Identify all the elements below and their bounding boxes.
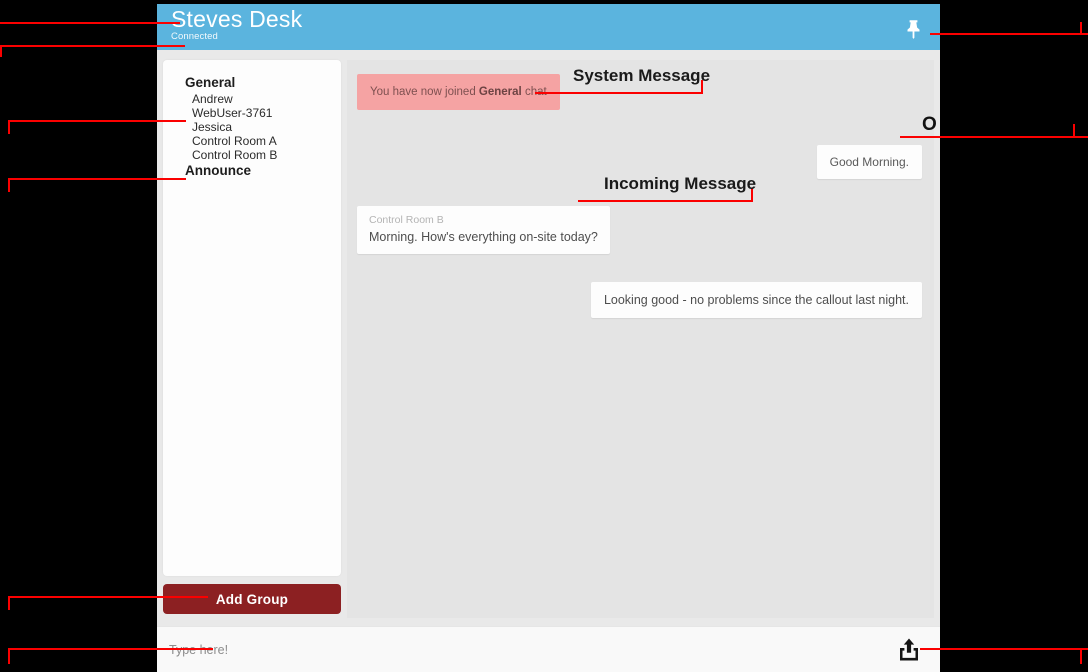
annotation-corner-input [8, 648, 10, 664]
annotation-line-title [0, 22, 180, 24]
annotation-corner-member [8, 120, 10, 134]
annotation-corner-outgoing [1073, 124, 1075, 138]
message-input[interactable] [169, 642, 892, 657]
outgoing-message-bubble[interactable]: Looking good - no problems since the cal… [590, 282, 922, 318]
message-text: Good Morning. [829, 155, 909, 169]
chat-application-window: Steves Desk Connected General Andrew Web… [157, 4, 940, 672]
header-text-group: Steves Desk Connected [171, 6, 302, 42]
app-body: General Andrew WebUser-3761 Jessica Cont… [157, 50, 940, 618]
list-item[interactable]: Control Room B [163, 148, 341, 162]
annotation-corner-pin [1080, 22, 1082, 35]
message-row-system: You have now joined General chat [357, 74, 922, 110]
annotation-line-pin [930, 33, 1088, 35]
group-list: General Andrew WebUser-3761 Jessica Cont… [163, 60, 341, 576]
group-item-general[interactable]: General Andrew WebUser-3761 Jessica Cont… [163, 74, 341, 162]
message-sender: Control Room B [369, 214, 444, 226]
annotation-line-send [920, 648, 1088, 650]
list-item[interactable]: Jessica [163, 120, 341, 134]
message-composer [157, 626, 940, 672]
list-item[interactable]: WebUser-3761 [163, 106, 341, 120]
app-title: Steves Desk [171, 6, 303, 32]
message-row-outgoing: Looking good - no problems since the cal… [357, 282, 922, 318]
app-header: Steves Desk Connected [157, 4, 940, 50]
connection-status: Connected [171, 31, 218, 42]
system-text-group: General [478, 86, 522, 98]
share-upload-icon[interactable] [892, 633, 926, 667]
message-text: Morning. How's everything on-site today? [369, 230, 598, 244]
annotation-corner-send [1080, 648, 1082, 664]
group-name-label[interactable]: General [163, 74, 341, 92]
annotation-corner-group [8, 178, 10, 192]
message-row-outgoing: Good Morning. [357, 145, 922, 179]
system-message-bubble: You have now joined General chat [357, 74, 560, 110]
incoming-message-bubble[interactable]: Control Room B Morning. How's everything… [357, 206, 610, 254]
system-text-before: You have now joined [370, 86, 479, 98]
annotation-corner-add-group [8, 596, 10, 610]
sidebar: General Andrew WebUser-3761 Jessica Cont… [163, 60, 341, 618]
list-item[interactable]: Andrew [163, 92, 341, 106]
group-name-label[interactable]: Announce [163, 162, 341, 180]
message-list[interactable]: You have now joined General chat Good Mo… [347, 60, 934, 618]
add-group-button[interactable]: Add Group [163, 584, 341, 614]
list-item[interactable]: Control Room A [163, 134, 341, 148]
pin-icon[interactable] [900, 14, 926, 44]
group-item-announce[interactable]: Announce [163, 162, 341, 180]
outgoing-message-bubble[interactable]: Good Morning. [816, 145, 922, 179]
message-text: Looking good - no problems since the cal… [603, 293, 909, 307]
system-text-after: chat [521, 86, 547, 98]
screen-root: Steves Desk Connected General Andrew Web… [0, 0, 1088, 672]
annotation-corner-status [0, 45, 2, 57]
message-row-incoming: Control Room B Morning. How's everything… [357, 206, 922, 254]
